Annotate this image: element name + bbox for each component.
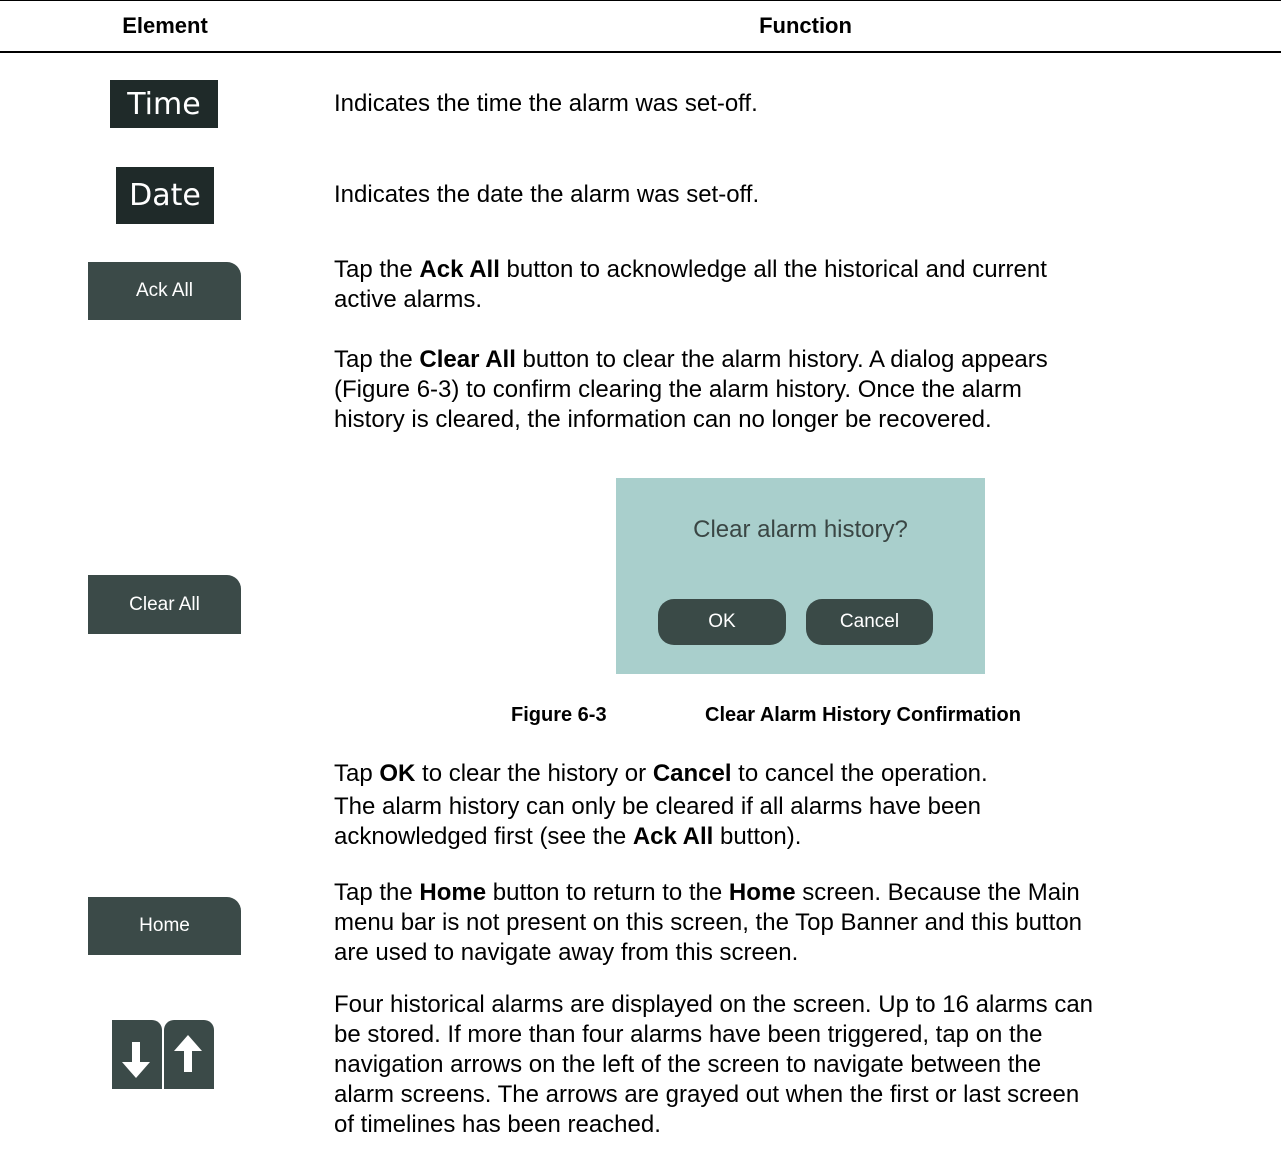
- navigation-arrows-image: [112, 1020, 216, 1089]
- clear-all-button-label: Clear All: [129, 593, 200, 615]
- home-button-label: Home: [139, 915, 190, 936]
- time-label-text: Time: [127, 86, 201, 122]
- home-button-image: Home: [88, 897, 241, 955]
- arrow-up-button-image: [164, 1020, 214, 1089]
- arrows-description: Four historical alarms are displayed on …: [334, 991, 1094, 1138]
- clear-all-note: The alarm history can only be cleared if…: [334, 793, 981, 850]
- date-label-image: Date: [116, 167, 214, 224]
- time-description: Indicates the time the alarm was set-off…: [334, 90, 758, 117]
- column-header-element: Element: [122, 13, 208, 38]
- arrow-down-icon: [122, 1042, 150, 1078]
- ack-all-button-label: Ack All: [135, 280, 194, 301]
- arrow-down-button-image: [112, 1020, 162, 1089]
- dialog-ok-button: OK: [658, 599, 786, 645]
- ack-all-description: Tap the Ack All button to acknowledge al…: [334, 256, 1047, 313]
- ack-all-button-image: Ack All: [88, 262, 241, 320]
- clear-history-dialog-figure: Clear alarm history? OK Cancel: [616, 478, 985, 674]
- time-label-image: Time: [110, 80, 218, 128]
- header-top-rule: [0, 0, 1281, 1]
- figure-number: Figure 6-3: [511, 704, 607, 726]
- dialog-question: Clear alarm history?: [693, 516, 908, 543]
- figure-caption: Clear Alarm History Confirmation: [705, 704, 1021, 726]
- clear-all-button-image: Clear All: [88, 575, 241, 634]
- header-bottom-rule: [0, 51, 1281, 53]
- clear-all-description: Tap the Clear All button to clear the al…: [334, 346, 1048, 433]
- table-header: Element Function: [0, 0, 1281, 53]
- arrow-up-icon: [174, 1035, 202, 1072]
- date-description: Indicates the date the alarm was set-off…: [334, 181, 760, 208]
- home-description: Tap the Home button to return to the Hom…: [334, 879, 1083, 966]
- clear-all-tap-instruction: Tap OK to clear the history or Cancel to…: [334, 760, 988, 787]
- date-label-text: Date: [129, 178, 201, 213]
- column-header-function: Function: [759, 13, 852, 38]
- dialog-cancel-button: Cancel: [806, 599, 933, 645]
